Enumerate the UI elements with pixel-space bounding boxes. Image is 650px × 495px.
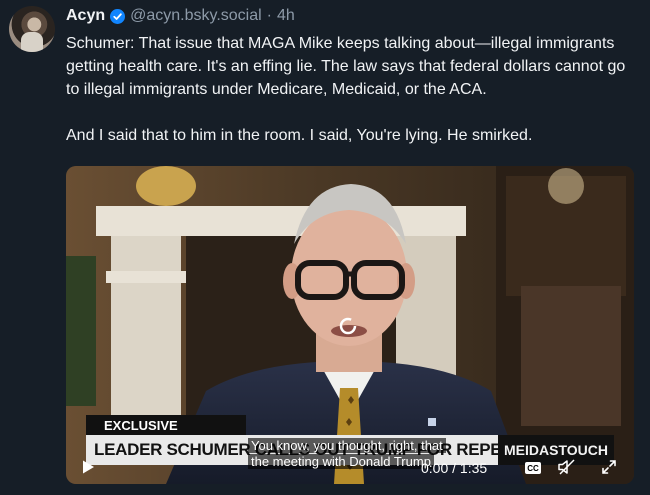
fullscreen-icon[interactable] xyxy=(601,459,617,475)
post-timestamp[interactable]: 4h xyxy=(277,7,295,25)
author-handle[interactable]: @acyn.bsky.social xyxy=(130,7,262,25)
video-controls: 0:00 / 1:35 CC xyxy=(66,450,634,484)
play-icon[interactable] xyxy=(80,459,96,475)
video-timecode: 0:00 / 1:35 xyxy=(421,460,488,476)
separator-dot: · xyxy=(266,7,272,24)
post-paragraph: Schumer: That issue that MAGA Mike keeps… xyxy=(66,35,626,98)
exclusive-label: EXCLUSIVE xyxy=(86,415,246,435)
video-player[interactable]: EXCLUSIVE LEADER SCHUMER CALLS OUT TRUMP… xyxy=(66,166,634,484)
author-avatar[interactable] xyxy=(9,6,55,52)
loading-spinner-icon xyxy=(339,317,357,335)
post-body: Schumer: That issue that MAGA Mike keeps… xyxy=(66,32,636,147)
closed-captions-icon[interactable]: CC xyxy=(525,462,541,474)
verified-check-icon xyxy=(110,8,126,24)
author-name[interactable]: Acyn xyxy=(66,7,105,25)
post-header: Acyn @acyn.bsky.social · 4h xyxy=(66,6,295,26)
post-paragraph: And I said that to him in the room. I sa… xyxy=(66,127,533,144)
mute-icon[interactable] xyxy=(558,459,576,475)
